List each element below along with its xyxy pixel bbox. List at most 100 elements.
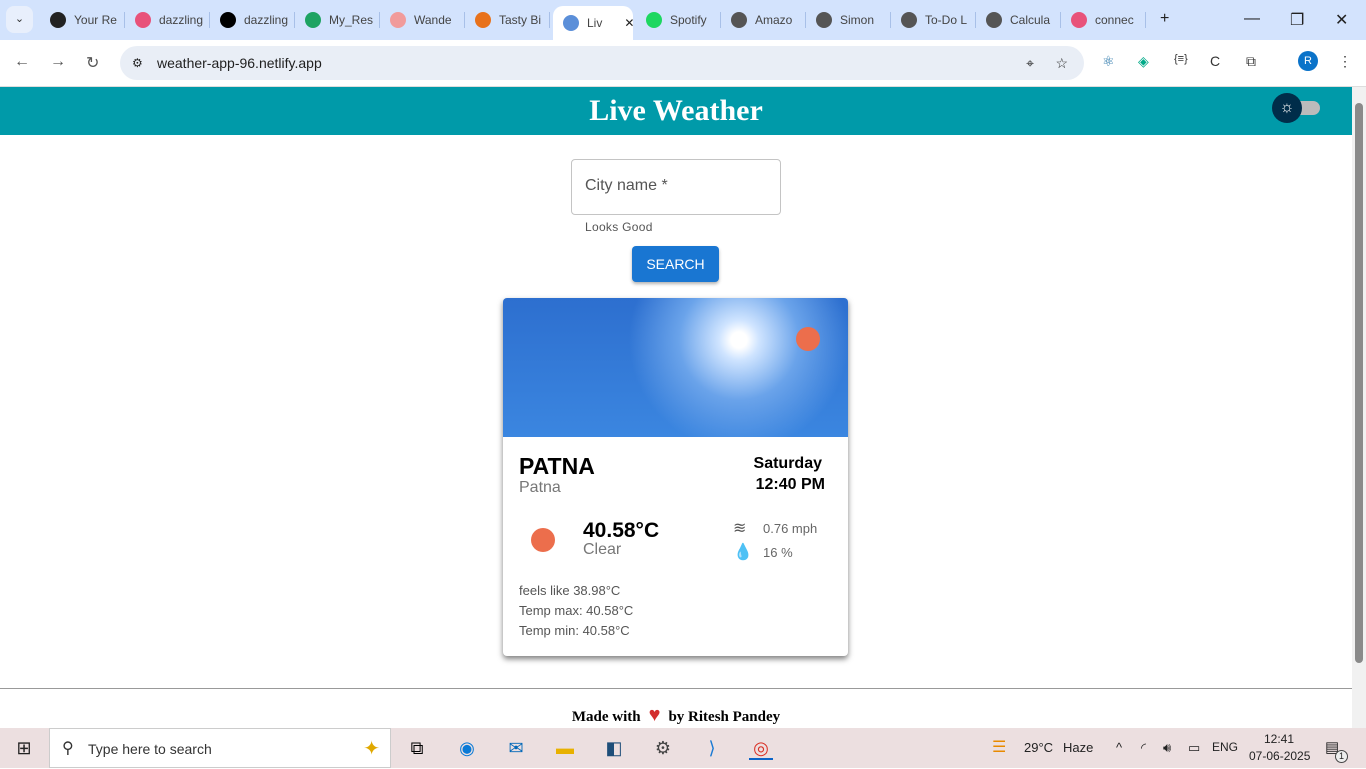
volume-icon[interactable]: 🔊︎ — [1163, 740, 1171, 756]
tab-favicon-icon — [390, 12, 406, 28]
humidity-drop-icon: 💧 — [733, 544, 753, 561]
sky-image — [503, 298, 848, 437]
extension-icon[interactable]: ◈ — [1138, 53, 1149, 70]
tab-title: To-Do L — [925, 13, 968, 27]
react-devtools-icon[interactable]: ⚛ — [1102, 53, 1115, 70]
wifi-icon[interactable]: ◜ — [1141, 740, 1146, 756]
tab-title: My_Res — [329, 13, 374, 27]
heart-icon: ♥ — [648, 704, 661, 726]
tab-separator — [549, 12, 550, 28]
show-hidden-icons-chevron-icon[interactable]: ^ — [1116, 740, 1122, 755]
footer-made-with: Made with — [571, 709, 641, 725]
tab-favicon-icon — [1071, 12, 1087, 28]
reload-icon[interactable]: ↻ — [86, 53, 99, 73]
temp-min: Temp min: 40.58°C — [519, 623, 630, 638]
settings-gear-icon[interactable]: ⚙ — [651, 736, 675, 760]
footer-author: by Ritesh Pandey — [668, 709, 781, 725]
tab[interactable]: dazzling — [125, 6, 210, 34]
tab-favicon-icon — [305, 12, 321, 28]
forward-icon[interactable]: → — [50, 53, 66, 71]
tab[interactable]: connec — [1061, 6, 1146, 34]
app-title: Live Weather — [589, 94, 763, 127]
tab-favicon-icon — [135, 12, 151, 28]
taskbar-weather-temp[interactable]: 29°C — [1024, 740, 1053, 755]
task-view-icon[interactable]: ⧉ — [405, 736, 429, 760]
taskbar: ⊞ ⚲ Type here to search ✦ ⧉ ◉ ✉ ▬ ◧ ⚙ ⟩ ◎ … — [0, 728, 1366, 768]
footer: Made with ♥ by Ritesh Pandey — [0, 704, 1352, 727]
json-extension-icon[interactable]: {≡} — [1174, 53, 1188, 65]
tab[interactable]: To-Do L — [891, 6, 976, 34]
restore-button[interactable]: ❐ — [1290, 10, 1304, 30]
tab-title: Tasty Bi — [499, 13, 542, 27]
tab[interactable]: Amazo — [721, 6, 806, 34]
tab[interactable]: Wande — [380, 6, 465, 34]
weather-haze-icon[interactable]: ☰ — [992, 737, 1006, 757]
feels-like: feels like 38.98°C — [519, 583, 621, 598]
search-button[interactable]: SEARCH — [632, 246, 719, 282]
location-icon[interactable]: ⌖ — [1026, 46, 1034, 80]
helper-text: Looks Good — [585, 220, 653, 234]
menu-dots-icon[interactable]: ⋮ — [1338, 53, 1352, 70]
tab-favicon-icon — [50, 12, 66, 28]
taskbar-search[interactable]: ⚲ Type here to search ✦ — [49, 728, 391, 768]
clock-date[interactable]: 07-06-2025 — [1249, 749, 1310, 763]
outlook-icon[interactable]: ✉ — [504, 736, 528, 760]
tab-title: connec — [1095, 13, 1134, 27]
tab-title: Liv — [587, 16, 603, 30]
chrome-icon[interactable]: ◎ — [749, 736, 773, 760]
tab-title: Your Re — [74, 13, 117, 27]
clock-time[interactable]: 12:41 — [1264, 732, 1294, 746]
profile-avatar[interactable]: R — [1298, 51, 1318, 71]
tab-title: Calcula — [1010, 13, 1051, 27]
tab-title: Spotify — [670, 13, 707, 27]
url-input[interactable]: weather-app-96.netlify.app ⚙ ⌖ ☆ — [120, 46, 1084, 80]
city-name-input[interactable]: City name * — [571, 159, 781, 215]
tab[interactable]: Spotify — [636, 6, 721, 34]
tab[interactable]: Your Re — [40, 6, 125, 34]
taskbar-weather-desc[interactable]: Haze — [1063, 740, 1093, 755]
extensions-puzzle-icon[interactable]: ⧉ — [1246, 53, 1256, 70]
wind-icon: ≋ — [733, 520, 747, 537]
vscode-icon[interactable]: ⟩ — [700, 736, 724, 760]
mysql-workbench-icon[interactable]: ◧ — [602, 736, 626, 760]
tab[interactable]: Simon — [806, 6, 891, 34]
tab-favicon-icon — [475, 12, 491, 28]
close-window-button[interactable]: ✕ — [1335, 10, 1348, 30]
notification-count: 1 — [1335, 750, 1348, 763]
tab-favicon-icon — [816, 12, 832, 28]
windows-start-icon[interactable]: ⊞ — [12, 736, 36, 760]
tab[interactable]: My_Res — [295, 6, 380, 34]
tab-title: Wande — [414, 13, 452, 27]
city-name-label: City name * — [585, 177, 668, 194]
bookmark-star-icon[interactable]: ☆ — [1055, 46, 1068, 80]
language-indicator[interactable]: ENG — [1212, 740, 1238, 754]
tab-favicon-icon — [986, 12, 1002, 28]
temp-max: Temp max: 40.58°C — [519, 603, 634, 618]
footer-divider — [0, 688, 1352, 689]
minimize-button[interactable]: — — [1244, 10, 1260, 28]
search-icon: ⚲ — [62, 740, 74, 757]
css-extension-icon[interactable]: C — [1210, 53, 1220, 69]
close-tab-icon[interactable]: ✕ — [624, 16, 633, 30]
tab[interactable]: Liv ✕ — [553, 6, 633, 40]
edge-icon[interactable]: ◉ — [455, 736, 479, 760]
scrollbar-thumb[interactable] — [1355, 103, 1363, 663]
file-explorer-icon[interactable]: ▬ — [553, 736, 577, 760]
tab-separator — [1145, 12, 1146, 28]
tab-favicon-icon — [563, 15, 579, 31]
city-title: PATNA — [519, 453, 595, 479]
tab-search-button[interactable]: ⌄ — [6, 6, 33, 33]
theme-toggle[interactable]: ☼ — [1272, 93, 1320, 123]
battery-icon[interactable]: ▭ — [1188, 740, 1200, 756]
scrollbar[interactable] — [1352, 87, 1366, 728]
tab[interactable]: Calcula — [976, 6, 1061, 34]
tab-favicon-icon — [220, 12, 236, 28]
new-tab-button[interactable]: + — [1160, 10, 1169, 28]
tab-favicon-icon — [901, 12, 917, 28]
address-bar-row: ← → ↻ weather-app-96.netlify.app ⚙ ⌖ ☆ ⚛… — [0, 40, 1366, 87]
tab[interactable]: dazzling — [210, 6, 295, 34]
tab-title: dazzling — [159, 13, 204, 27]
tab[interactable]: Tasty Bi — [465, 6, 550, 34]
site-info-icon[interactable]: ⚙ — [132, 46, 143, 80]
back-icon[interactable]: ← — [14, 53, 30, 71]
